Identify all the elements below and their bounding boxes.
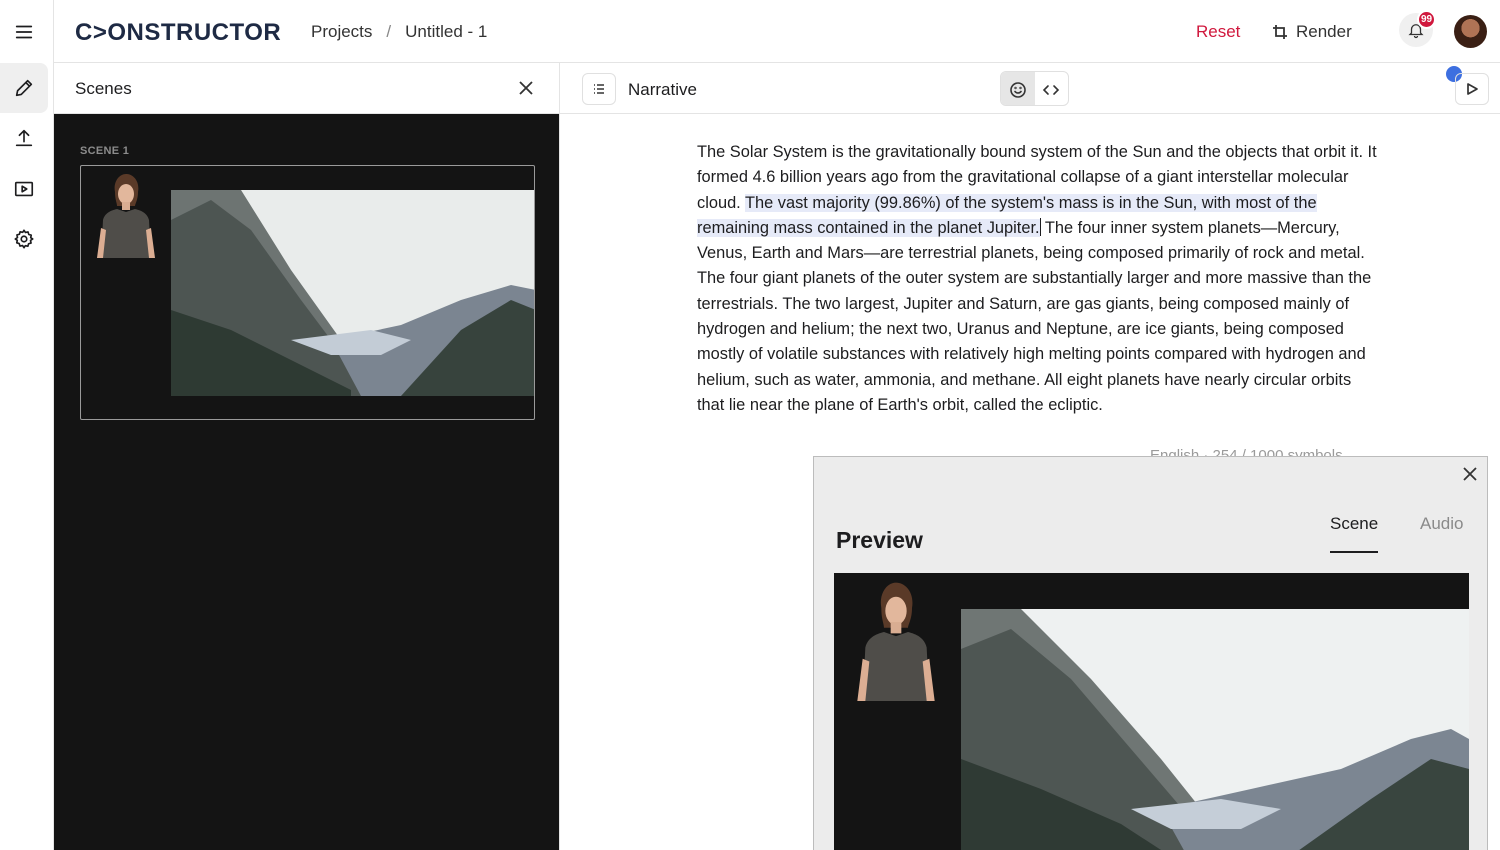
top-bar: C>ONSTRUCTOR Projects / Untitled - 1 Res… — [54, 0, 1500, 63]
media-icon — [14, 181, 34, 197]
scene-label: SCENE 1 — [80, 145, 130, 157]
outline-button[interactable] — [582, 73, 616, 105]
settings-icon — [14, 229, 34, 249]
render-label: Render — [1296, 22, 1352, 41]
tab-scene[interactable]: Scene — [1330, 514, 1378, 534]
breadcrumb-projects[interactable]: Projects — [311, 22, 372, 42]
code-mode-button[interactable] — [1035, 72, 1069, 105]
preview-title: Preview — [836, 527, 923, 553]
code-icon — [1043, 84, 1060, 95]
close-icon — [1463, 467, 1477, 481]
smiley-icon — [1009, 81, 1026, 98]
breadcrumb-current[interactable]: Untitled - 1 — [405, 22, 487, 42]
render-button[interactable]: Render — [1272, 22, 1352, 42]
notification-badge: 99 — [1417, 10, 1436, 29]
close-icon — [519, 81, 533, 95]
preview-stage — [834, 573, 1469, 850]
avatar-presenter — [852, 577, 940, 701]
avatar-presenter-thumbnail — [93, 170, 159, 258]
breadcrumb: Projects / Untitled - 1 — [311, 22, 487, 42]
scene-card[interactable] — [80, 165, 535, 420]
play-button[interactable] — [1455, 73, 1489, 105]
emoji-mode-button[interactable] — [1001, 72, 1035, 105]
mountain-background-thumbnail — [171, 190, 534, 396]
preview-panel: Preview Scene Audio — [813, 456, 1488, 850]
upload-nav-button[interactable] — [0, 113, 48, 163]
menu-icon — [15, 25, 33, 39]
upload-icon — [15, 129, 33, 147]
scenes-title: Scenes — [75, 79, 132, 98]
edit-icon — [15, 79, 33, 97]
crop-icon — [1273, 25, 1287, 39]
active-tab-indicator — [1330, 551, 1378, 553]
mountain-background — [961, 609, 1469, 850]
list-icon — [594, 84, 604, 94]
logo[interactable]: C>ONSTRUCTOR — [75, 19, 281, 47]
edit-nav-button[interactable] — [0, 63, 48, 113]
narrative-editor[interactable]: The Solar System is the gravitationally … — [697, 140, 1377, 418]
tab-audio[interactable]: Audio — [1420, 514, 1463, 534]
editor-mode-toggle — [1000, 71, 1069, 106]
scenes-close-button[interactable] — [517, 79, 535, 97]
avatar[interactable] — [1454, 15, 1487, 48]
play-icon — [1467, 83, 1478, 95]
scenes-header: Scenes — [54, 63, 560, 114]
media-nav-button[interactable] — [0, 164, 48, 214]
narrative-title: Narrative — [628, 80, 697, 99]
narrative-header: Narrative — [560, 63, 1500, 114]
left-rail — [0, 0, 54, 850]
preview-close-button[interactable] — [1462, 466, 1478, 482]
narrative-text-after: The four inner system planets—Mercury, V… — [697, 218, 1372, 414]
breadcrumb-separator: / — [386, 22, 392, 41]
reset-button[interactable]: Reset — [1196, 22, 1240, 42]
menu-button[interactable] — [0, 7, 48, 57]
settings-nav-button[interactable] — [0, 214, 48, 264]
scenes-panel: SCENE 1 — [54, 114, 560, 850]
